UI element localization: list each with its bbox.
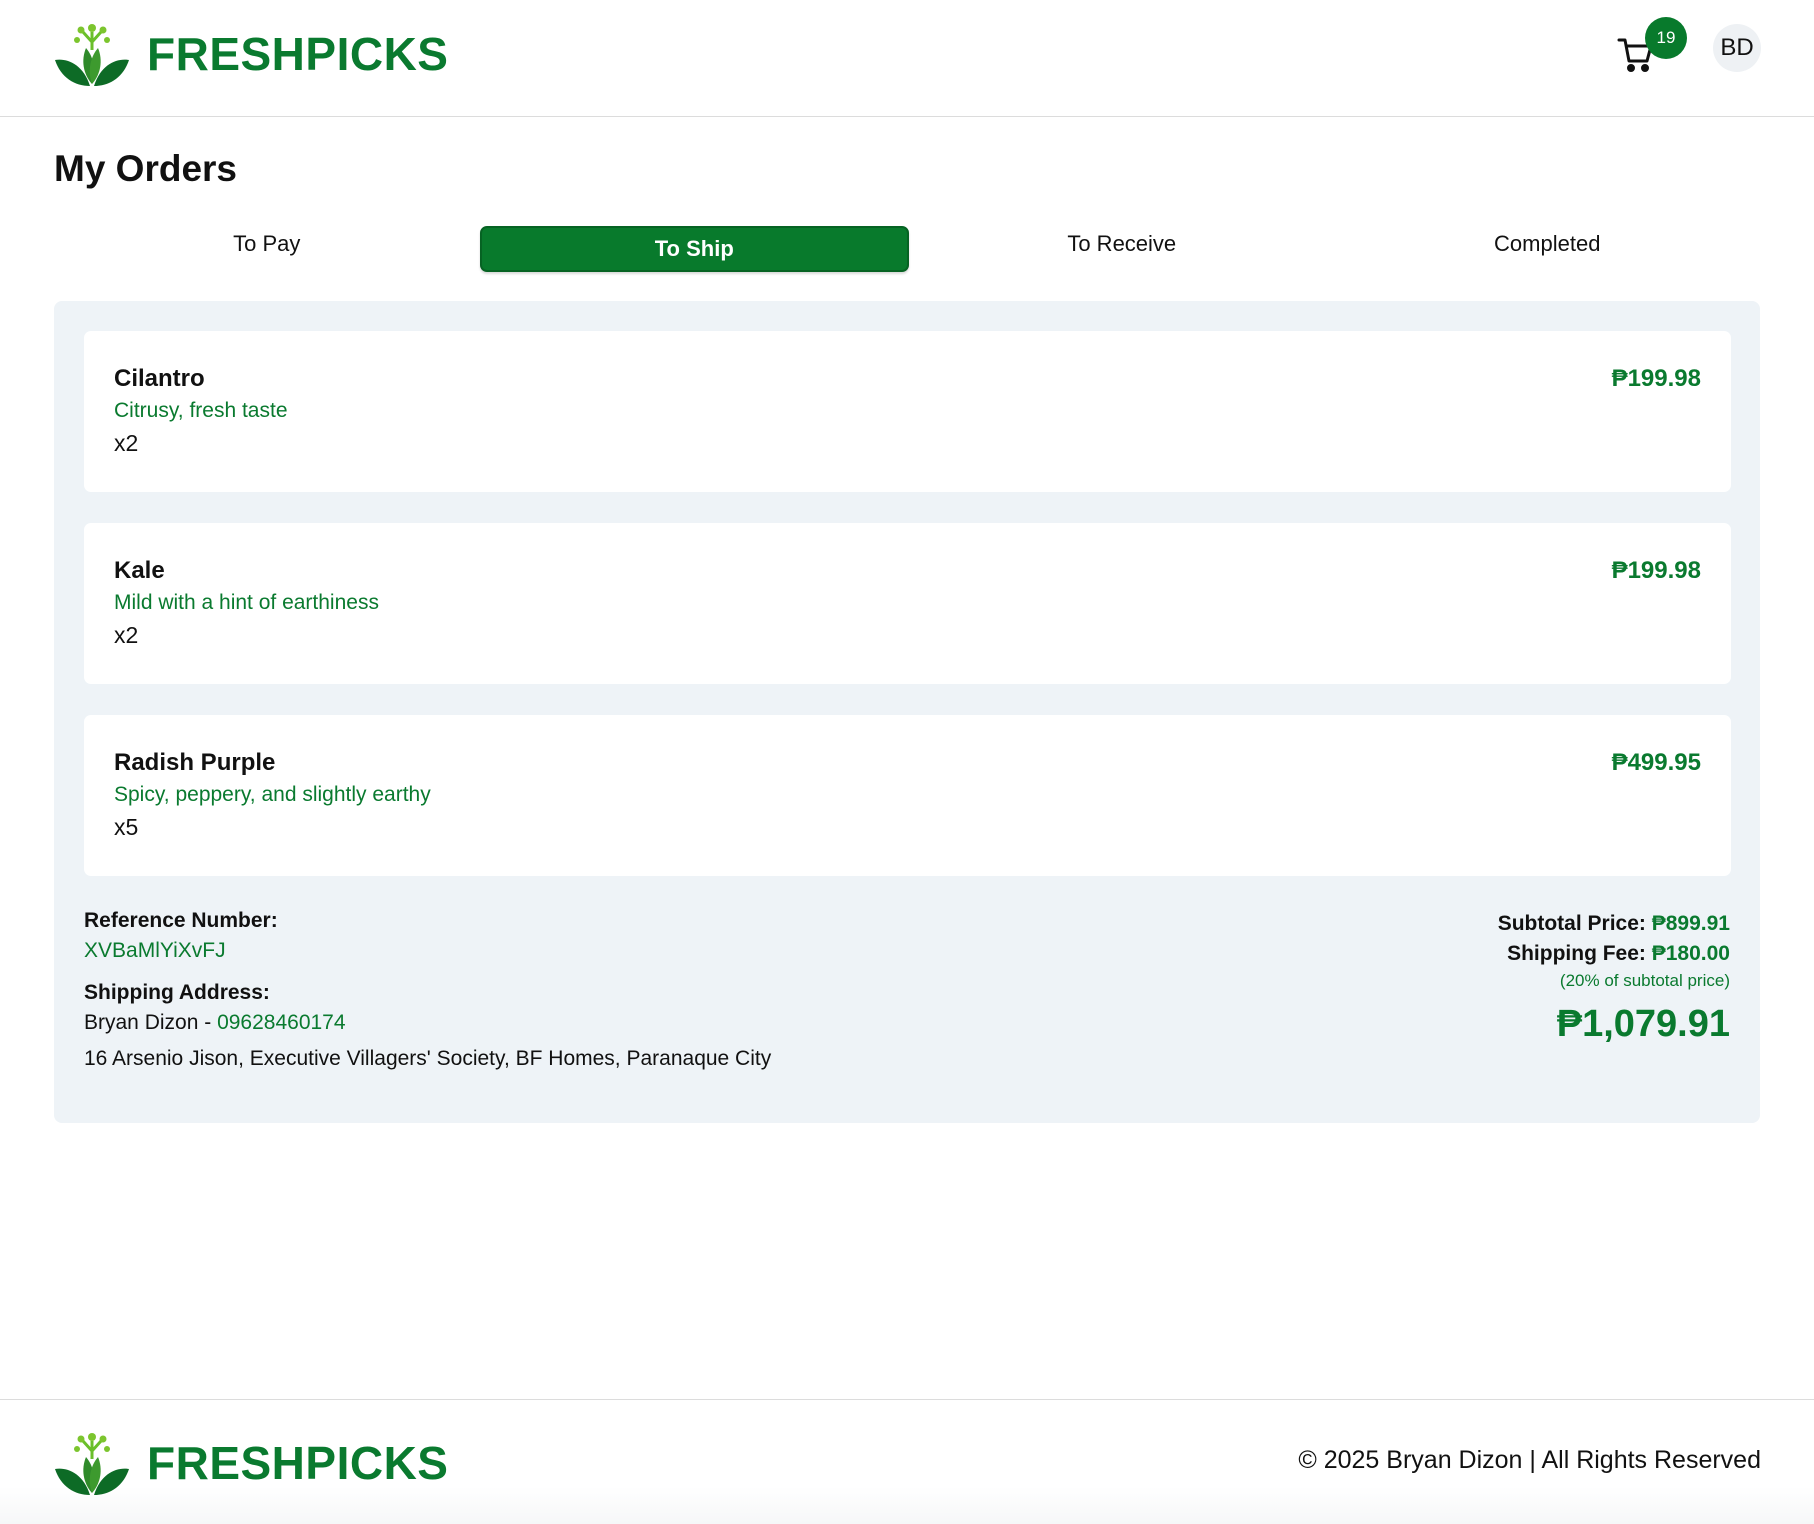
- shipping-fee-amount: ₱180.00: [1651, 942, 1730, 965]
- copyright-text: © 2025 Bryan Dizon | All Rights Reserved: [1298, 1446, 1761, 1474]
- tab-to-ship[interactable]: To Ship: [479, 226, 909, 272]
- item-description: Mild with a hint of earthiness: [114, 591, 379, 614]
- reference-number-label: Reference Number:: [84, 909, 278, 932]
- shipping-address-label: Shipping Address:: [84, 981, 270, 1004]
- shipping-fee-label: Shipping Fee:: [1507, 942, 1646, 965]
- subtotal-amount: ₱899.91: [1651, 912, 1730, 935]
- grand-total: ₱1,079.91: [1556, 1003, 1730, 1045]
- order-status-tabs: To Pay To Ship To Receive Completed: [54, 226, 1760, 272]
- order-item: Kale Mild with a hint of earthiness x2 ₱…: [84, 523, 1731, 684]
- brand-logo[interactable]: FRESHPICKS: [53, 20, 448, 88]
- item-quantity: x2: [114, 430, 139, 456]
- leaf-logo-icon: [55, 24, 129, 86]
- item-price: ₱199.98: [1611, 557, 1701, 584]
- order-item: Radish Purple Spicy, peppery, and slight…: [84, 715, 1731, 876]
- brand-name: FRESHPICKS: [147, 28, 449, 80]
- item-quantity: x5: [114, 814, 139, 840]
- tab-to-receive[interactable]: To Receive: [909, 226, 1335, 272]
- tab-completed[interactable]: Completed: [1335, 226, 1761, 272]
- footer-brand-logo[interactable]: FRESHPICKS: [53, 1429, 448, 1497]
- page-title: My Orders: [54, 148, 238, 189]
- item-description: Citrusy, fresh taste: [114, 399, 288, 422]
- shipping-fee-note: (20% of subtotal price): [1559, 971, 1730, 990]
- item-quantity: x2: [114, 622, 139, 648]
- user-avatar[interactable]: BD: [1713, 24, 1761, 72]
- item-name: Kale: [114, 557, 165, 584]
- site-header: FRESHPICKS 19 BD: [0, 0, 1814, 117]
- recipient-line: Bryan Dizon - 09628460174: [84, 1011, 346, 1035]
- cart-count-badge: 19: [1645, 17, 1687, 59]
- item-description: Spicy, peppery, and slightly earthy: [114, 783, 431, 806]
- shipping-fee-row: Shipping Fee: ₱180.00: [1498, 939, 1730, 969]
- tab-to-pay[interactable]: To Pay: [54, 226, 480, 272]
- item-name: Cilantro: [114, 365, 205, 392]
- subtotal-row: Subtotal Price: ₱899.91: [1498, 909, 1730, 939]
- footer-brand-name: FRESHPICKS: [147, 1437, 449, 1489]
- recipient-name: Bryan Dizon -: [84, 1011, 212, 1034]
- item-name: Radish Purple: [114, 749, 276, 776]
- item-price: ₱499.95: [1611, 749, 1701, 776]
- shipping-address: 16 Arsenio Jison, Executive Villagers' S…: [84, 1047, 772, 1070]
- order-totals: Subtotal Price: ₱899.91 Shipping Fee: ₱1…: [1498, 909, 1730, 1046]
- reference-number: XVBaMlYiXvFJ: [84, 939, 226, 962]
- site-footer: FRESHPICKS © 2025 Bryan Dizon | All Righ…: [0, 1399, 1814, 1524]
- order-item: Cilantro Citrusy, fresh taste x2 ₱199.98: [84, 331, 1731, 492]
- leaf-logo-icon: [55, 1433, 129, 1495]
- item-price: ₱199.98: [1611, 365, 1701, 392]
- recipient-phone: 09628460174: [217, 1011, 346, 1034]
- subtotal-label: Subtotal Price:: [1497, 912, 1646, 935]
- order-panel: Cilantro Citrusy, fresh taste x2 ₱199.98…: [54, 301, 1760, 1123]
